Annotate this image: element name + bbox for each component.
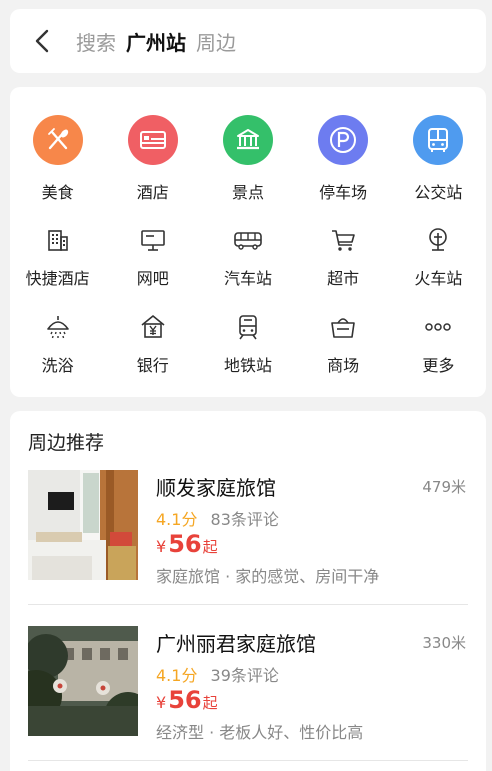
subway-icon bbox=[231, 310, 265, 344]
hotel-price: ¥ 56 起 bbox=[156, 686, 218, 714]
bed-icon bbox=[127, 115, 178, 165]
price-currency: ¥ bbox=[156, 537, 167, 556]
category-label: 更多 bbox=[422, 356, 455, 375]
budget-hotel-icon bbox=[41, 223, 75, 257]
hotel-photo bbox=[28, 470, 138, 580]
category-more[interactable]: 更多 bbox=[391, 310, 486, 376]
primary-category-row: 美食 酒店 景点 停车场 公交站 bbox=[10, 115, 486, 203]
category-label: 公交站 bbox=[414, 183, 463, 202]
category-hotel[interactable]: 酒店 bbox=[105, 115, 200, 203]
search-query[interactable]: 搜索 广州站 周边 bbox=[76, 27, 236, 56]
review-count: 83条评论 bbox=[210, 510, 279, 529]
review-count: 39条评论 bbox=[210, 666, 279, 685]
rating-score: 4.1分 bbox=[156, 510, 198, 529]
hotel-photo bbox=[28, 626, 138, 736]
category-label: 洗浴 bbox=[41, 356, 74, 375]
category-label: 火车站 bbox=[414, 269, 463, 288]
hotel-list-item[interactable]: 顺发家庭旅馆 479米 4.1分 83条评论 ¥ 56 起 家庭旅馆 · 家的感… bbox=[28, 470, 468, 586]
category-label: 停车场 bbox=[319, 183, 368, 202]
parking-icon bbox=[318, 115, 369, 165]
shopping-cart-icon bbox=[326, 223, 360, 257]
hotel-distance: 330米 bbox=[422, 634, 466, 652]
search-prefix: 搜索 bbox=[76, 30, 116, 55]
category-bathhouse[interactable]: 洗浴 bbox=[10, 310, 105, 376]
category-label: 网吧 bbox=[136, 269, 169, 288]
scenic-icon bbox=[222, 115, 273, 165]
hotel-distance: 479米 bbox=[422, 478, 466, 496]
back-button[interactable] bbox=[10, 9, 76, 73]
nearby-recommendations: 周边推荐 顺发家庭旅馆 479米 4.1分 83条评论 ¥ 56 起 家庭旅馆 … bbox=[10, 411, 486, 771]
search-suffix: 周边 bbox=[196, 30, 236, 55]
category-label: 美食 bbox=[41, 183, 74, 202]
category-supermarket[interactable]: 超市 bbox=[296, 223, 391, 289]
category-food[interactable]: 美食 bbox=[10, 115, 105, 203]
hotel-list-item[interactable]: 广州丽君家庭旅馆 330米 4.1分 39条评论 ¥ 56 起 经济型 · 老板… bbox=[28, 626, 468, 742]
category-grid: 美食 酒店 景点 停车场 公交站 快捷酒店 网吧 汽车站 超市 火车站 洗浴 银… bbox=[10, 87, 486, 397]
price-value: 56 bbox=[168, 686, 202, 714]
hotel-price: ¥ 56 起 bbox=[156, 530, 218, 558]
category-label: 快捷酒店 bbox=[25, 269, 90, 288]
more-dots-icon bbox=[421, 310, 455, 344]
category-bus-stop[interactable]: 公交站 bbox=[391, 115, 486, 203]
bank-icon bbox=[136, 310, 170, 344]
category-label: 酒店 bbox=[136, 183, 169, 202]
hotel-rating: 4.1分 83条评论 bbox=[156, 506, 279, 530]
hotel-name: 广州丽君家庭旅馆 bbox=[156, 632, 316, 656]
category-coach-station[interactable]: 汽车站 bbox=[200, 223, 295, 289]
hotel-name: 顺发家庭旅馆 bbox=[156, 476, 276, 500]
price-value: 56 bbox=[168, 530, 202, 558]
category-mall[interactable]: 商场 bbox=[296, 310, 391, 376]
category-label: 超市 bbox=[327, 269, 360, 288]
search-location: 广州站 bbox=[126, 30, 186, 55]
price-suffix: 起 bbox=[202, 694, 218, 712]
secondary-category-row: 洗浴 银行 地铁站 商场 更多 bbox=[10, 310, 486, 376]
category-label: 银行 bbox=[136, 356, 169, 375]
category-label: 商场 bbox=[327, 356, 360, 375]
category-train-station[interactable]: 火车站 bbox=[391, 223, 486, 289]
category-parking[interactable]: 停车场 bbox=[296, 115, 391, 203]
category-label: 汽车站 bbox=[223, 269, 272, 288]
category-label: 景点 bbox=[231, 183, 264, 202]
price-currency: ¥ bbox=[156, 693, 167, 712]
chevron-left-icon bbox=[35, 29, 49, 53]
category-internet-cafe[interactable]: 网吧 bbox=[105, 223, 200, 289]
rating-score: 4.1分 bbox=[156, 666, 198, 685]
category-scenic[interactable]: 景点 bbox=[200, 115, 295, 203]
divider bbox=[28, 604, 468, 605]
shopping-bag-icon bbox=[326, 310, 360, 344]
hotel-rating: 4.1分 39条评论 bbox=[156, 662, 279, 686]
hotel-tags: 家庭旅馆 · 家的感觉、房间干净 bbox=[156, 567, 380, 586]
hotel-tags: 经济型 · 老板人好、性价比高 bbox=[156, 723, 364, 742]
food-icon bbox=[32, 115, 83, 165]
section-title: 周边推荐 bbox=[28, 432, 105, 454]
category-bank[interactable]: 银行 bbox=[105, 310, 200, 376]
price-suffix: 起 bbox=[202, 538, 218, 556]
category-subway[interactable]: 地铁站 bbox=[200, 310, 295, 376]
category-label: 地铁站 bbox=[223, 356, 272, 375]
category-budget-hotel[interactable]: 快捷酒店 bbox=[10, 223, 105, 289]
shower-icon bbox=[41, 310, 75, 344]
bus-icon bbox=[413, 115, 464, 165]
internet-cafe-icon bbox=[136, 223, 170, 257]
divider bbox=[28, 760, 468, 761]
coach-station-icon bbox=[231, 223, 265, 257]
search-bar[interactable]: 搜索 广州站 周边 bbox=[10, 9, 486, 73]
train-station-icon bbox=[421, 223, 455, 257]
secondary-category-row: 快捷酒店 网吧 汽车站 超市 火车站 bbox=[10, 223, 486, 289]
